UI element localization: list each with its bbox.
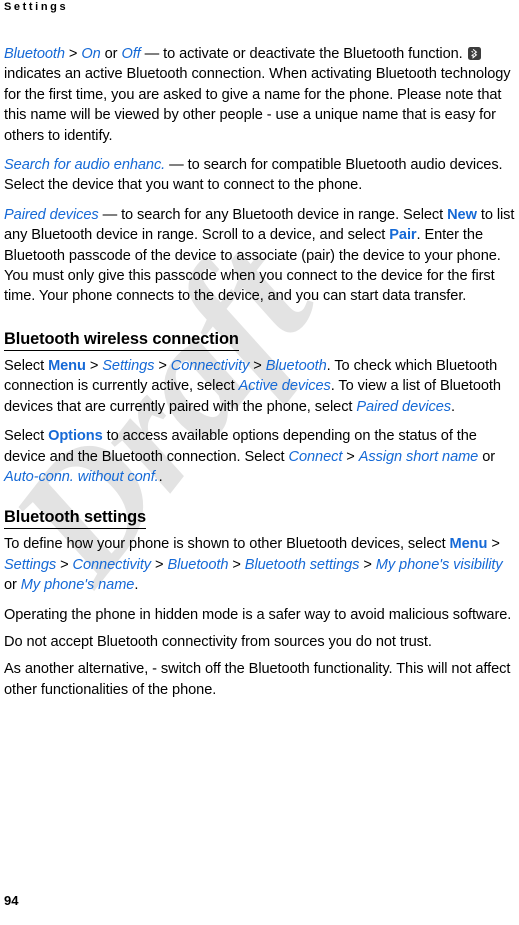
- paragraph-alternative-switch-off: As another alternative, - switch off the…: [4, 661, 511, 698]
- path-separator-2: >: [56, 556, 73, 573]
- ui-softkey-options: Options: [48, 428, 103, 445]
- conjunction-or: or: [4, 577, 21, 594]
- paragraph-bluetooth-on-off: Bluetooth > On or Off — to activate or d…: [4, 44, 517, 146]
- ui-term-auto-conn-without-conf: Auto-conn. without conf.: [4, 468, 159, 485]
- ui-option-off: Off: [121, 46, 141, 62]
- ui-term-settings: Settings: [4, 556, 57, 573]
- path-separator-1: >: [85, 357, 103, 374]
- running-header: Settings: [4, 1, 69, 13]
- paragraph-text-end: .: [134, 577, 139, 594]
- ui-term-bluetooth-settings: Bluetooth settings: [244, 556, 360, 573]
- ui-menu-key: Menu: [449, 536, 488, 553]
- ui-option-on: On: [81, 46, 101, 62]
- page-body: Bluetooth > On or Off — to activate or d…: [4, 44, 517, 707]
- paragraph-search-audio-enhancements: Search for audio enhanc. — to search for…: [4, 155, 517, 196]
- conjunction-or: or: [478, 448, 496, 465]
- path-separator-3: >: [249, 357, 266, 374]
- ui-term-my-phones-visibility: My phone's visibility: [375, 556, 503, 573]
- section-heading-wrapper-wireless-connection: Bluetooth wireless connection: [4, 329, 517, 351]
- path-separator-2: >: [154, 357, 171, 374]
- ui-button-new: New: [447, 206, 477, 223]
- path-separator-1: >: [487, 536, 500, 553]
- ui-term-settings: Settings: [102, 357, 155, 374]
- ui-term-my-phones-name: My phone's name: [20, 577, 135, 594]
- ui-menu-key: Menu: [48, 357, 86, 374]
- section-heading-bluetooth-settings: Bluetooth settings: [4, 507, 146, 530]
- paragraph-text-b: .: [158, 468, 163, 485]
- section-heading-wrapper-bluetooth-settings: Bluetooth settings: [4, 507, 517, 530]
- ui-term-active-devices: Active devices: [238, 378, 331, 395]
- paragraph-text-c: .: [450, 398, 455, 415]
- paragraph-paired-devices: Paired devices — to search for any Bluet…: [4, 205, 517, 307]
- path-separator-4: >: [228, 556, 245, 573]
- paragraph-text-a: — to activate or deactivate the Bluetoot…: [140, 46, 467, 62]
- ui-term-bluetooth: Bluetooth: [265, 357, 327, 374]
- ui-term-connectivity: Connectivity: [170, 357, 250, 374]
- ui-term-paired-devices: Paired devices: [4, 206, 99, 223]
- paragraph-visibility-path: To define how your phone is shown to oth…: [4, 534, 517, 595]
- path-separator: >: [64, 46, 82, 62]
- path-separator-3: >: [151, 556, 168, 573]
- paragraph-select-options: Select Options to access available optio…: [4, 426, 517, 487]
- ui-button-pair: Pair: [389, 227, 417, 244]
- ui-term-assign-short-name: Assign short name: [358, 448, 479, 465]
- ui-term-bluetooth: Bluetooth: [167, 556, 229, 573]
- paragraph-select-menu-path: Select Menu > Settings > Connectivity > …: [4, 356, 517, 417]
- section-heading-bluetooth-wireless-connection: Bluetooth wireless connection: [4, 329, 239, 351]
- ui-term-search-for-audio-enhanc: Search for audio enhanc.: [4, 157, 166, 174]
- lead-text: Select: [4, 357, 49, 374]
- document-page: Draft Settings Bluetooth > On or Off — t…: [0, 0, 519, 925]
- conjunction-or: or: [100, 46, 122, 62]
- ui-term-paired-devices: Paired devices: [356, 398, 451, 415]
- ui-term-connect: Connect: [288, 448, 343, 465]
- paragraph-text-a: — to search for any Bluetooth device in …: [98, 206, 448, 223]
- path-separator-5: >: [359, 556, 376, 573]
- ui-term-connectivity: Connectivity: [72, 556, 152, 573]
- lead-text: Select: [4, 428, 49, 445]
- ui-term-bluetooth: Bluetooth: [4, 46, 65, 62]
- paragraph-text-b: indicates an active Bluetooth connection…: [4, 66, 511, 144]
- path-separator-1: >: [342, 448, 359, 465]
- paragraph-do-not-accept: Do not accept Bluetooth connectivity fro…: [4, 633, 432, 650]
- bluetooth-icon: [467, 46, 481, 60]
- page-number: 94: [4, 893, 19, 908]
- paragraph-hidden-mode: Operating the phone in hidden mode is a …: [4, 606, 512, 623]
- lead-text: To define how your phone is shown to oth…: [4, 536, 450, 553]
